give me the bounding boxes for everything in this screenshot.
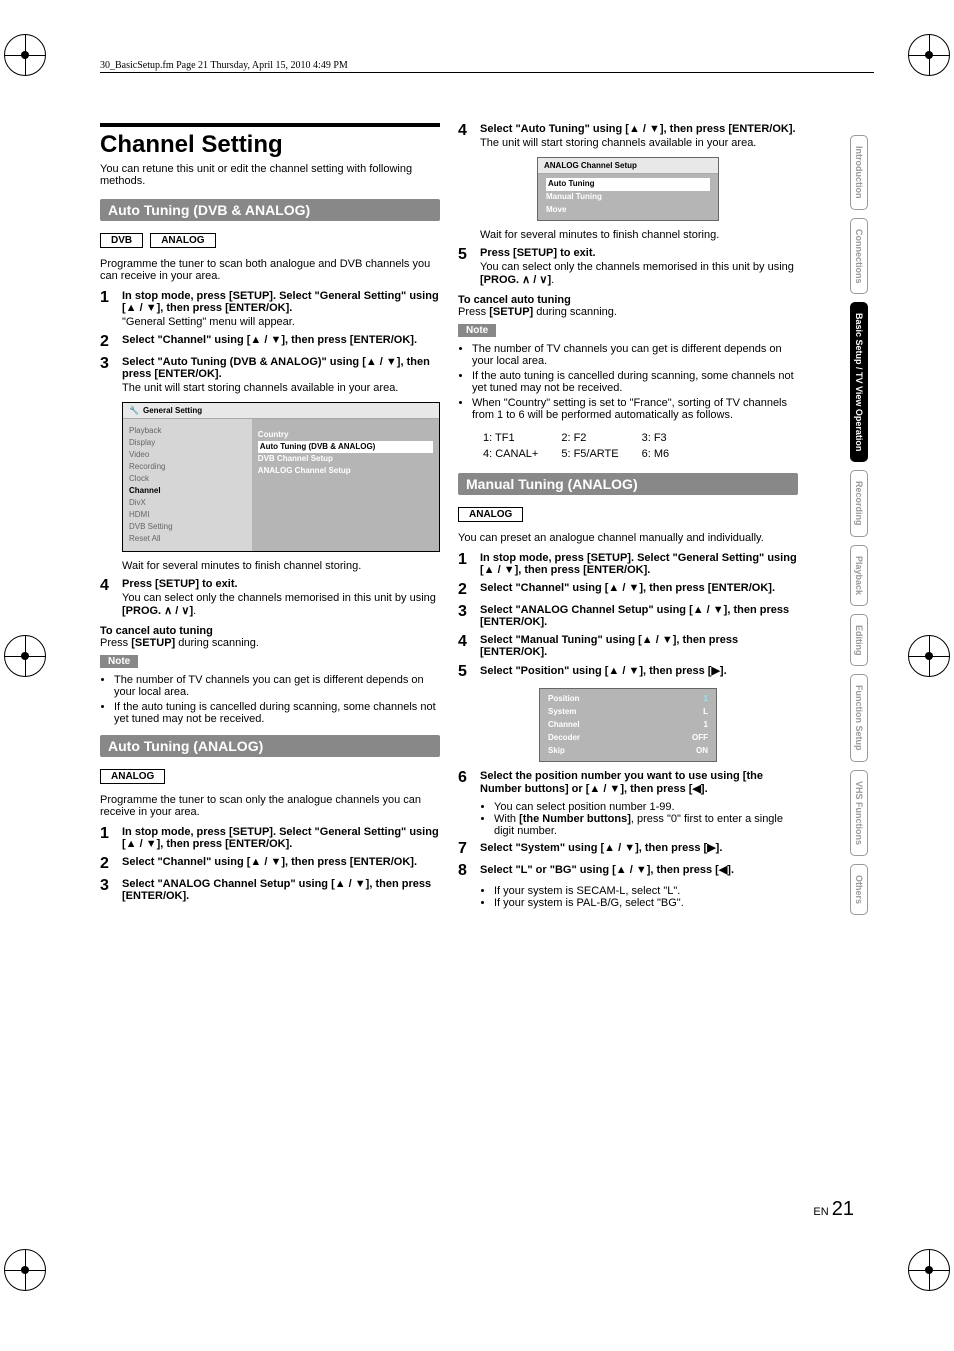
registration-mark-mr	[908, 635, 950, 677]
registration-mark-br	[908, 1249, 950, 1291]
note-label: Note	[100, 655, 138, 668]
registration-mark-tr	[908, 34, 950, 76]
registration-mark-bl	[4, 1249, 46, 1291]
section1-wait: Wait for several minutes to finish chann…	[122, 560, 440, 572]
tag-analog: ANALOG	[150, 233, 215, 248]
tab-connections: Connections	[850, 218, 868, 295]
section2-steps: 1In stop mode, press [SETUP]. Select "Ge…	[100, 826, 440, 902]
osd-manual-tuning: Position1 SystemL Channel1 DecoderOFF Sk…	[539, 688, 717, 762]
left-column: Channel Setting You can retune this unit…	[100, 123, 440, 913]
page-title: Channel Setting	[100, 123, 440, 159]
section2-intro: Programme the tuner to scan only the ana…	[100, 794, 440, 818]
section-manual-tuning-analog: Manual Tuning (ANALOG)	[458, 473, 798, 495]
section-auto-tuning-dvb-analog: Auto Tuning (DVB & ANALOG)	[100, 199, 440, 221]
tab-function-setup: Function Setup	[850, 674, 868, 762]
tag-analog-2: ANALOG	[100, 769, 165, 784]
section1-steps: 1In stop mode, press [SETUP]. Select "Ge…	[100, 290, 440, 394]
tab-introduction: Introduction	[850, 135, 868, 210]
tab-basic-setup: Basic Setup / TV View Operation	[850, 302, 868, 462]
section1-intro: Programme the tuner to scan both analogu…	[100, 258, 440, 282]
tab-recording: Recording	[850, 470, 868, 537]
registration-mark-tl	[4, 34, 46, 76]
section1-notes: The number of TV channels you can get is…	[100, 674, 440, 725]
right-column: 4Select "Auto Tuning" using [▲ / ▼], the…	[458, 123, 798, 913]
tag-analog-3: ANALOG	[458, 507, 523, 522]
tab-playback: Playback	[850, 545, 868, 606]
france-channel-table: 1: TF12: F23: F3 4: CANAL+5: F5/ARTE6: M…	[480, 429, 691, 463]
registration-mark-ml	[4, 635, 46, 677]
tag-dvb: DVB	[100, 233, 143, 248]
tab-editing: Editing	[850, 614, 868, 667]
section-auto-tuning-analog: Auto Tuning (ANALOG)	[100, 735, 440, 757]
tab-vhs-functions: VHS Functions	[850, 770, 868, 856]
osd-analog-channel-setup: ANALOG Channel Setup Auto Tuning Manual …	[537, 157, 719, 221]
tab-others: Others	[850, 864, 868, 915]
page-number: EN 21	[813, 1198, 854, 1221]
section2b-wait: Wait for several minutes to finish chann…	[480, 229, 798, 241]
wrench-icon: 🔧	[129, 406, 139, 415]
side-tabs: Introduction Connections Basic Setup / T…	[850, 135, 878, 923]
osd-general-setting: 🔧General Setting Playback Display Video …	[122, 402, 440, 552]
page-subtitle: You can retune this unit or edit the cha…	[100, 163, 440, 187]
page-header-line: 30_BasicSetup.fm Page 21 Thursday, April…	[100, 60, 874, 73]
cancel-heading: To cancel auto tuning	[100, 625, 440, 637]
